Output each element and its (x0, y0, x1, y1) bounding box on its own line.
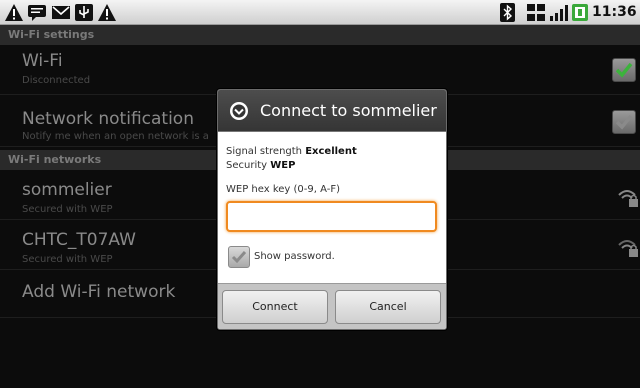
add-wifi-network-label: Add Wi-Fi network (22, 282, 176, 302)
chat-icon (28, 5, 46, 21)
show-password-checkbox[interactable] (228, 246, 250, 268)
signal-strength-label: Signal strength (226, 146, 303, 157)
wifi-toggle-row[interactable]: Wi-Fi Disconnected (0, 45, 640, 95)
network-notification-subtitle: Notify me when an open network is a (22, 131, 209, 142)
wifi-title: Wi-Fi (22, 51, 63, 71)
network-security: Secured with WEP (22, 204, 113, 215)
network-notification-title: Network notification (22, 109, 194, 129)
status-bar: 11:36 ar (0, 0, 640, 25)
connect-button[interactable]: Connect (222, 290, 328, 324)
network-name: CHTC_T07AW (22, 230, 136, 250)
clock: 11:36 ar (592, 4, 640, 20)
wifi-checkbox[interactable] (612, 58, 636, 82)
wifi-dialog-icon (230, 102, 248, 120)
wifi-lock-icon (618, 190, 638, 207)
bluetooth-icon (500, 3, 515, 22)
section-header-wifi-settings: Wi-Fi settings (0, 25, 640, 45)
checkmark-icon (231, 251, 247, 264)
signal-strength-info: Signal strength Excellent (226, 146, 357, 157)
warning-icon (5, 4, 23, 21)
wep-key-label: WEP hex key (0-9, A-F) (226, 184, 340, 195)
network-notification-checkbox[interactable] (612, 110, 636, 134)
signal-strength-value: Excellent (305, 146, 357, 157)
checkmark-icon (615, 62, 633, 78)
security-info: Security WEP (226, 160, 295, 171)
security-label: Security (226, 160, 268, 171)
wep-key-input[interactable] (226, 201, 437, 232)
mail-icon (52, 6, 70, 19)
show-password-label[interactable]: Show password. (254, 251, 335, 262)
cancel-button[interactable]: Cancel (335, 290, 441, 324)
dialog-body: Signal strength Excellent Security WEP W… (218, 132, 446, 283)
dialog-footer: Connect Cancel (218, 283, 446, 329)
dialog-title: Connect to sommelier (260, 101, 437, 120)
checkmark-icon (615, 114, 633, 130)
warning-icon (98, 4, 116, 21)
security-value: WEP (270, 160, 296, 171)
signal-icon (550, 5, 568, 21)
connect-dialog: Connect to sommelier Signal strength Exc… (217, 89, 447, 330)
wifi-status: Disconnected (22, 75, 91, 86)
battery-icon (572, 4, 588, 21)
network-name: sommelier (22, 180, 112, 200)
usb-icon (75, 4, 93, 21)
wifi-lock-icon (618, 240, 638, 257)
network-security: Secured with WEP (22, 254, 113, 265)
network-icon (527, 4, 545, 21)
dialog-header: Connect to sommelier (218, 90, 446, 132)
